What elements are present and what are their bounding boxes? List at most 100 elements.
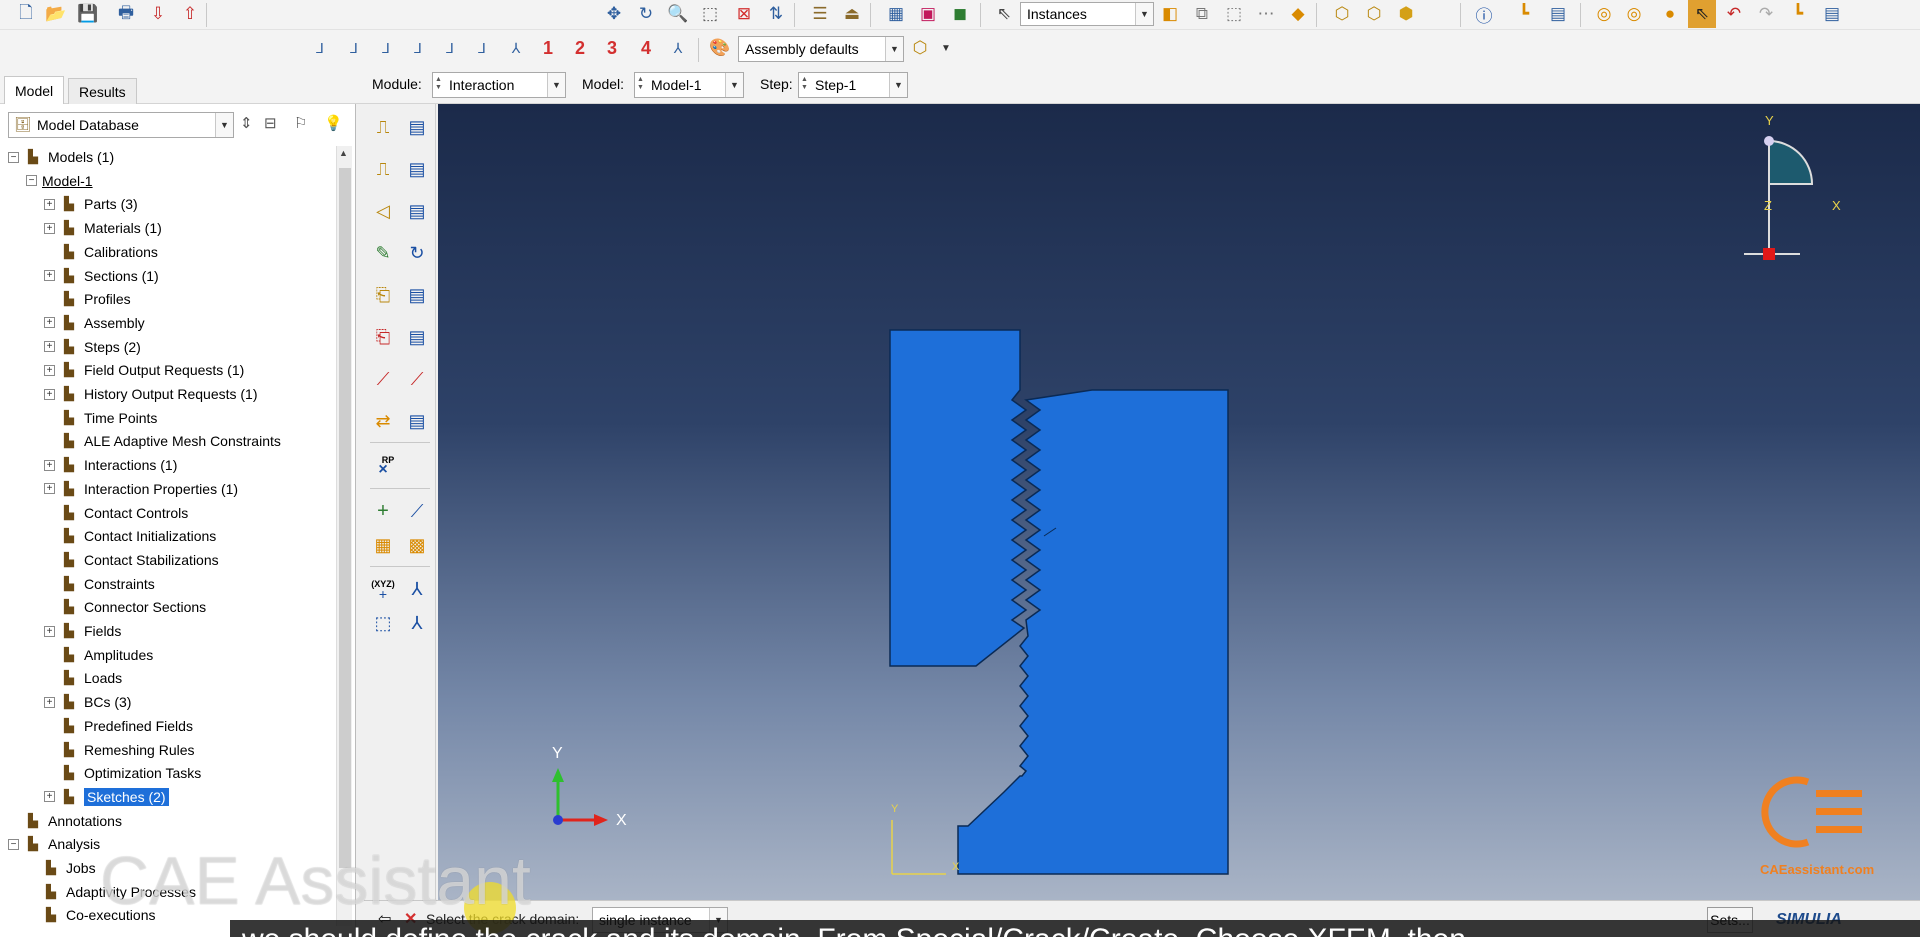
expand-icon[interactable]: + [44,198,55,210]
create-interaction-icon[interactable]: ⎍ [368,112,398,142]
collapse-icon[interactable]: − [8,838,19,850]
tree-item[interactable]: − ▙ Models (1) [8,146,114,168]
magnify-icon[interactable]: 🔍 [664,0,692,28]
tree-item[interactable]: + ▙ Parts (3) [44,193,138,215]
tree-item[interactable]: ▙ Optimization Tasks [44,762,201,784]
spin-arrows-icon[interactable]: ▲ ▼ [801,76,808,92]
expand-icon[interactable]: + [44,625,55,637]
user-view-1-button[interactable]: 1 [534,34,562,62]
layer-icon[interactable]: ☰ [806,0,834,28]
expand-icon[interactable]: + [44,459,55,471]
expand-icon[interactable]: + [44,483,55,495]
tree-scrollbar[interactable]: ▲ [336,146,352,926]
user-view-3-button[interactable]: 3 [598,34,626,62]
create-constraint-icon[interactable]: ◁ [368,196,398,226]
highlight-icon[interactable]: 💡 [324,114,343,132]
left-part-instance[interactable] [889,329,1028,667]
select-box-icon[interactable]: ⬚ [1220,0,1248,28]
spin-arrows-icon[interactable]: ▲ ▼ [435,76,442,92]
tree-item[interactable]: ▙ Loads [44,667,122,689]
boolean-union-icon[interactable]: ◎ [1590,0,1618,28]
new-file-icon[interactable]: 🗋 [12,0,40,28]
create-coordinate-point-icon[interactable]: (XYZ) + [368,574,398,604]
tree-item[interactable]: + ▙ Assembly [44,312,145,334]
tree-item[interactable]: ▙ Calibrations [44,241,158,263]
view-triad-icon[interactable]: ⅄ [664,34,692,62]
collapse-icon[interactable]: − [26,175,37,187]
tree-item[interactable]: + ▙ Sections (1) [44,265,159,287]
palette-icon[interactable]: 🎨 [706,34,734,62]
create-datum-axis-icon[interactable]: ⟋ [402,496,432,526]
boolean-cut-icon[interactable]: ◎ [1620,0,1648,28]
view-left-axis-icon[interactable]: ⅃ [436,34,464,62]
select-icon[interactable]: ⇖ [990,0,1018,28]
tree-item[interactable]: ▙ Contact Initializations [44,525,216,547]
step-combo[interactable]: ▲ ▼ Step-1 ▼ [798,72,908,98]
front-view-icon[interactable]: ⬡ [1360,0,1388,28]
tree-item[interactable]: ▙ Time Points [44,407,157,429]
create-connector-section-icon[interactable]: ⎗ [368,280,398,310]
reference-point-icon[interactable]: RP × [368,450,398,480]
chevron-down-icon[interactable]: ▼ [215,113,233,137]
tree-item[interactable]: ▙ Jobs [26,857,96,879]
expand-icon[interactable]: + [44,696,55,708]
tree-item[interactable]: − Model-1 [26,170,93,192]
tree-item[interactable]: ▙ Predefined Fields [44,715,193,737]
create-wire-icon[interactable]: ⟋ [368,364,398,394]
chevron-down-icon[interactable]: ▼ [725,73,743,97]
tree-item[interactable]: + ▙ Fields [44,620,121,642]
open-file-icon[interactable]: 📂 [42,0,70,28]
expand-icon[interactable]: + [44,364,55,376]
tree-item[interactable]: + ▙ Field Output Requests (1) [44,359,244,381]
selection-filter-combo[interactable]: Instances ▼ [1020,2,1154,26]
create-connector-assignment-icon[interactable]: ⎗ [368,322,398,352]
interaction-property-manager-icon[interactable]: ▤ [402,154,432,184]
create-datum-plane-icon[interactable]: ▦ [368,530,398,560]
tree-item[interactable]: + ▙ Interaction Properties (1) [44,478,238,500]
back-view-icon[interactable]: ⬢ [1392,0,1420,28]
scrollbar-thumb[interactable] [339,168,351,868]
viewport-canvas[interactable]: Y X Z Y X Y X CAEassistant.com [438,104,1920,900]
tree-item[interactable]: ▙ Remeshing Rules [44,739,195,761]
render-shaded-icon[interactable]: ◼ [946,0,974,28]
display-options-icon[interactable]: ⬡ [906,34,934,62]
tab-results[interactable]: Results [68,78,137,104]
expand-icon[interactable]: + [44,222,55,234]
fastener-manager-icon[interactable]: ▤ [402,406,432,436]
tree-item[interactable]: − ▙ Analysis [8,833,100,855]
print-icon[interactable]: 🖶 [112,0,140,28]
spin-arrows-icon[interactable]: ▲ ▼ [637,76,644,92]
chevron-down-icon[interactable]: ▼ [1135,3,1153,25]
view-back-axis-icon[interactable]: ⅃ [340,34,368,62]
sort-arrows-icon[interactable]: ⇕ [240,114,253,132]
create-csys-icon[interactable]: ⅄ [402,574,432,604]
interaction-manager-icon[interactable]: ▤ [402,112,432,142]
select-all-icon[interactable]: ◆ [1284,0,1312,28]
partition-icon[interactable]: ⬚ [368,608,398,638]
tree-item[interactable]: + ▙ History Output Requests (1) [44,383,258,405]
redo-icon[interactable]: ↷ [1752,0,1780,28]
view-cube-triad[interactable]: Y X Z [1744,113,1841,260]
view-iso-axis-icon[interactable]: ⅄ [502,34,530,62]
create-datum-point-icon[interactable]: + [368,496,398,526]
view-iso-icon[interactable]: ⬡ [1328,0,1356,28]
expand-icon[interactable]: + [44,341,55,353]
chevron-down-icon[interactable]: ▼ [932,34,960,62]
tree-item[interactable]: + ▙ Steps (2) [44,336,141,358]
user-view-2-button[interactable]: 2 [566,34,594,62]
tree-item[interactable]: ▙ Constraints [44,573,155,595]
user-view-4-button[interactable]: 4 [632,34,660,62]
chevron-down-icon[interactable]: ▼ [885,37,903,61]
tree-item[interactable]: ▙ Annotations [8,810,122,832]
select-chain-icon[interactable]: ⋯ [1252,0,1280,28]
import-icon[interactable]: ⇩ [144,0,172,28]
tree-item[interactable]: ▙ Contact Controls [44,502,188,524]
tree-item[interactable]: ▙ Connector Sections [44,596,206,618]
tree-item[interactable]: + ▙ Materials (1) [44,217,162,239]
create-datum-csys-icon[interactable]: ▩ [402,530,432,560]
feature-manager-icon[interactable]: ┗ [1510,0,1538,28]
pan-icon[interactable]: ✥ [600,0,628,28]
save-icon[interactable]: 💾 [74,0,102,28]
crack-manager-icon[interactable]: ↻ [402,238,432,268]
chevron-down-icon[interactable]: ▼ [547,73,565,97]
